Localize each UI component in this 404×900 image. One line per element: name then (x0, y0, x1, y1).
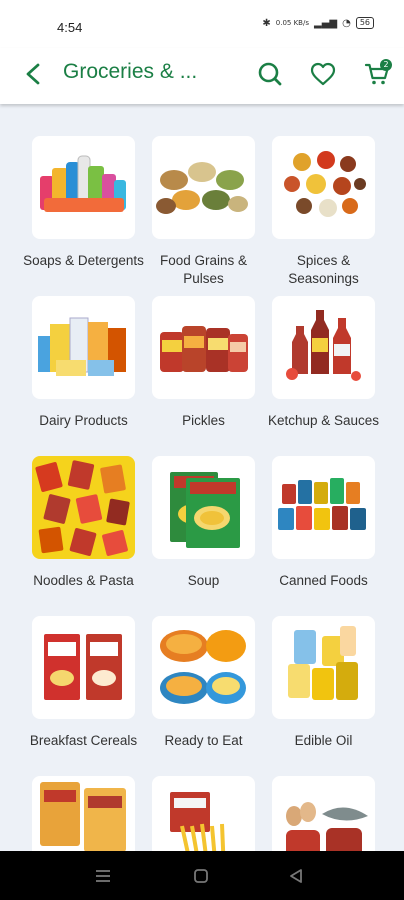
home-button[interactable] (190, 865, 212, 887)
category-grid: Soaps & Detergents Food Grains & Pulses (0, 136, 404, 852)
category-image (152, 296, 255, 399)
back-button[interactable] (20, 60, 46, 88)
app-bar: Groceries & ... 2 (0, 48, 404, 104)
category-label: Soaps & Detergents (23, 253, 144, 268)
category-image (152, 616, 255, 719)
category-image (152, 456, 255, 559)
category-image (32, 136, 135, 239)
battery-level: 56 (355, 17, 374, 29)
menu-icon (96, 870, 110, 882)
category-image (272, 616, 375, 719)
nav-back-button[interactable] (285, 865, 307, 887)
category-image (32, 616, 135, 719)
category-image (272, 456, 375, 559)
signal-icon: ▂▄▆ (314, 17, 338, 29)
category-label: Ketchup & Sauces (267, 413, 380, 428)
category-label: Breakfast Cereals (29, 733, 138, 748)
category-label: Pickles (182, 413, 225, 428)
status-icons: ✱ 0.05 KB/s ▂▄▆ ◔ 56 (262, 17, 374, 29)
cart-button[interactable]: 2 (360, 57, 394, 91)
recent-apps-button[interactable] (92, 865, 114, 887)
category-label: Noodles & Pasta (33, 573, 134, 588)
category-image (272, 296, 375, 399)
bluetooth-icon: ✱ (262, 17, 271, 29)
wishlist-button[interactable] (306, 57, 340, 91)
category-image (152, 776, 255, 852)
category-image (32, 456, 135, 559)
system-navigation-bar (0, 851, 404, 900)
category-image (32, 296, 135, 399)
back-arrow-icon (26, 63, 40, 85)
category-label: Soup (187, 573, 220, 588)
wifi-icon: ◔ (342, 17, 351, 29)
category-label: Ready to Eat (164, 733, 243, 748)
page-title: Groceries & ... (63, 60, 198, 83)
search-button[interactable] (253, 57, 287, 91)
category-label: Dairy Products (39, 413, 128, 428)
category-image (32, 776, 135, 852)
network-speed: 0.05 KB/s (275, 19, 309, 27)
category-label: Edible Oil (294, 733, 353, 748)
category-image (272, 136, 375, 239)
back-triangle-icon (290, 869, 302, 883)
category-image (152, 136, 255, 239)
search-icon (258, 62, 282, 86)
status-bar: 4:54 ✱ 0.05 KB/s ▂▄▆ ◔ 56 (0, 0, 404, 48)
category-label: Food Grains & Pulses (159, 253, 248, 286)
status-time: 4:54 (57, 20, 83, 35)
category-label: Spices & Seasonings (288, 253, 359, 286)
category-image (272, 776, 375, 852)
heart-icon (310, 62, 336, 86)
home-square-icon (194, 869, 208, 883)
category-label: Canned Foods (279, 573, 368, 588)
cart-count-badge: 2 (380, 59, 392, 71)
